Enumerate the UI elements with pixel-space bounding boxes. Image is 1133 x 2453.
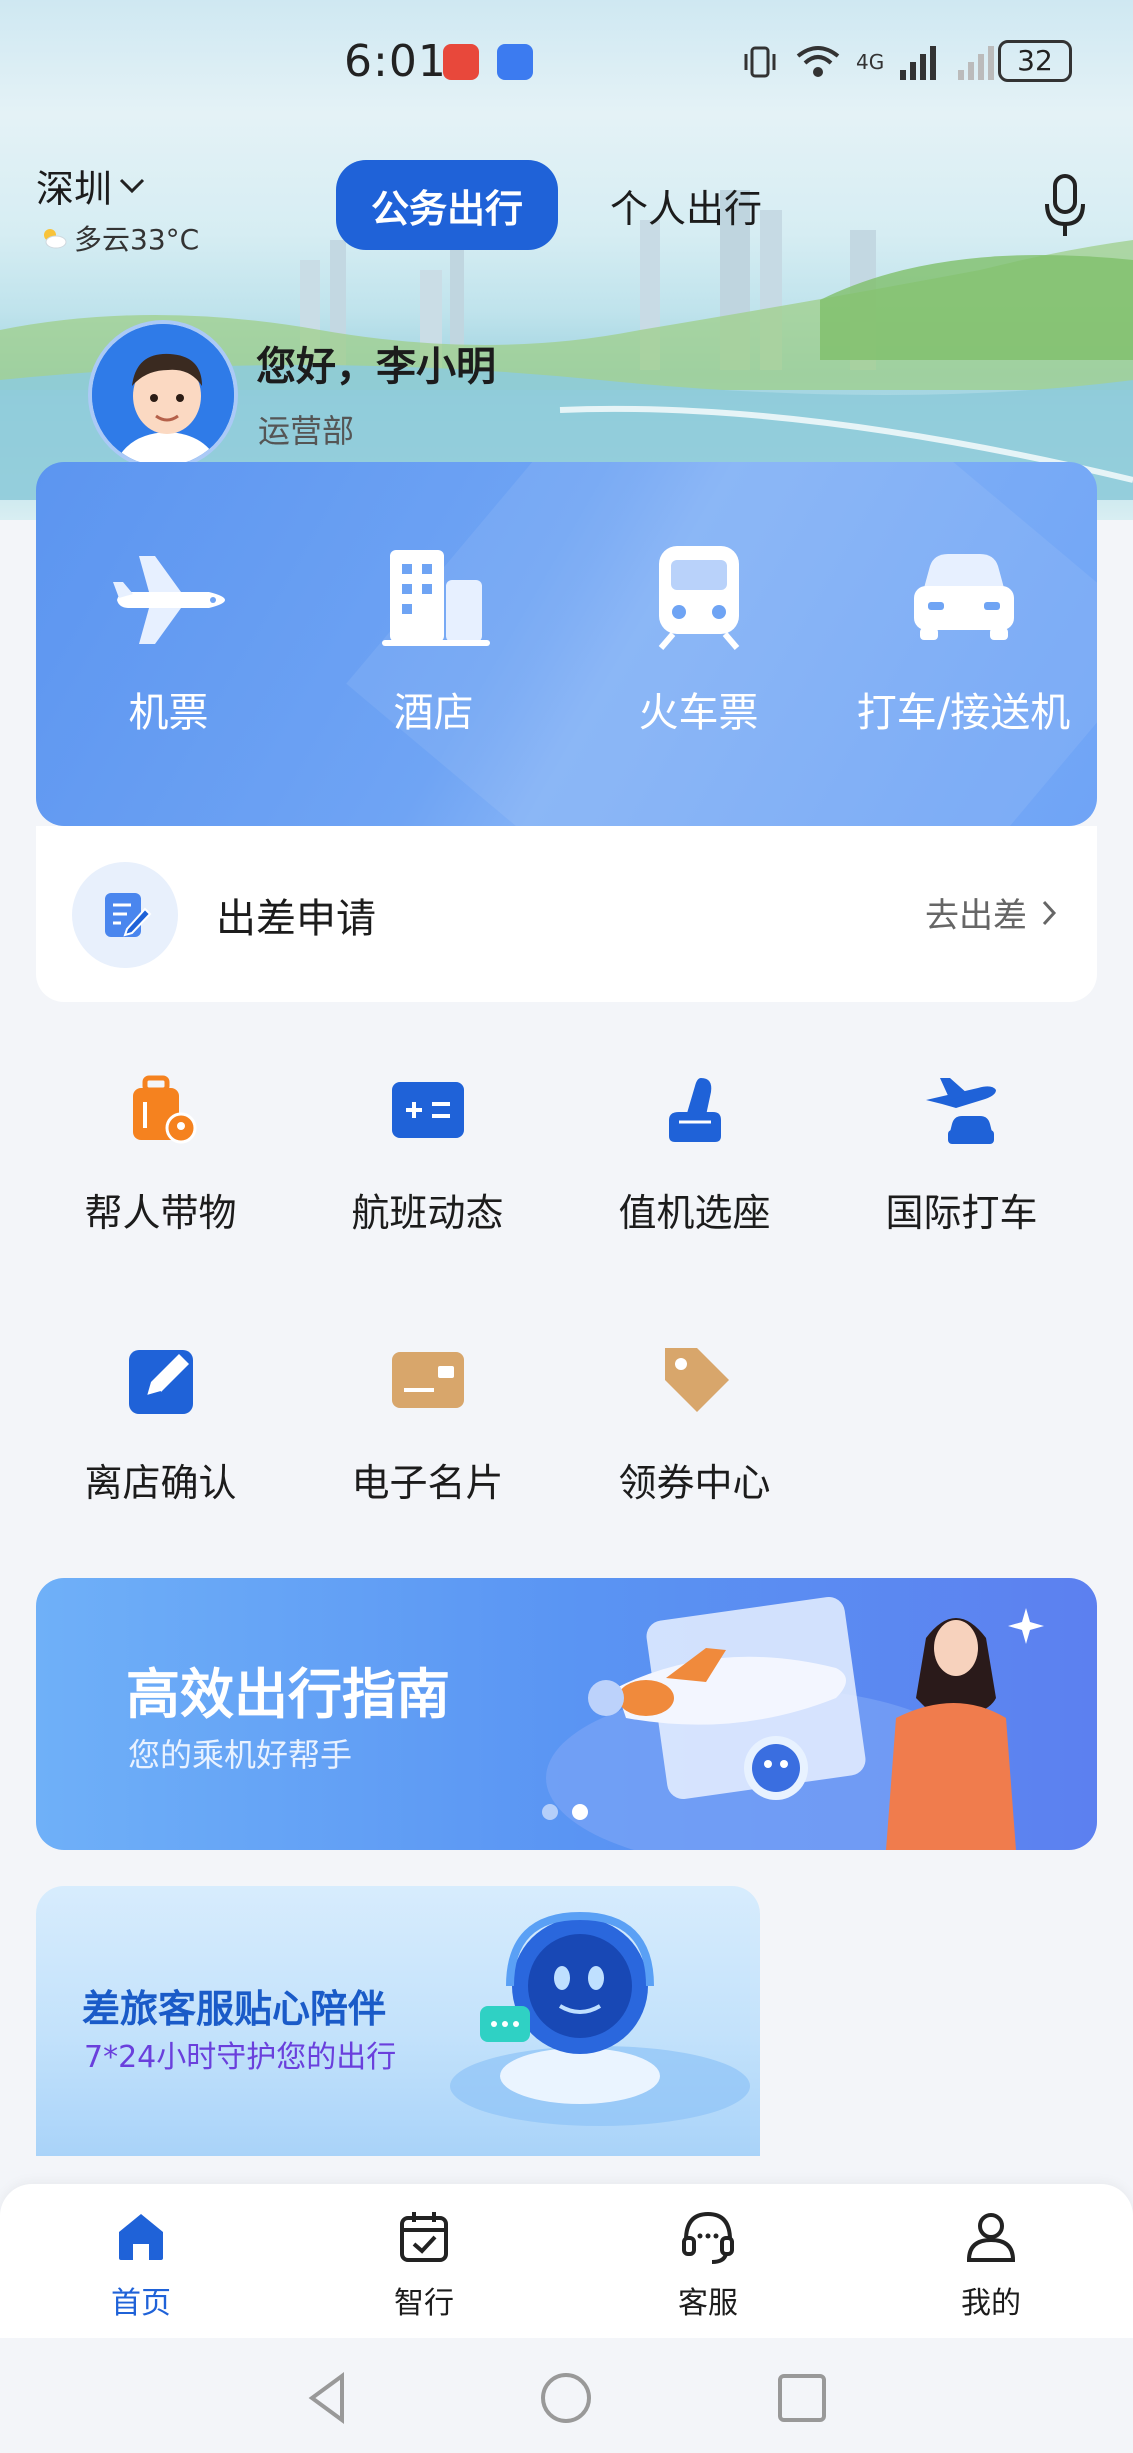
service-carry-item[interactable]: 帮人带物 <box>28 1070 293 1237</box>
battery-indicator: 32 <box>998 40 1072 82</box>
weather-text: 多云33°C <box>74 223 200 256</box>
vibrate-icon <box>744 46 776 78</box>
nav-home-label: 首页 <box>111 2286 171 2321</box>
home-circle-icon[interactable] <box>538 2370 594 2426</box>
carousel-dot-active[interactable] <box>572 1804 588 1820</box>
intl-taxi-icon <box>925 1078 996 1144</box>
service-intl-taxi[interactable]: 国际打车 <box>829 1070 1094 1237</box>
home-icon <box>119 2214 163 2260</box>
bottom-navigation: 首页 智行 客服 我的 <box>0 2184 1133 2338</box>
chevron-right-icon <box>1042 900 1057 925</box>
service-checkout-confirm[interactable]: 离店确认 <box>28 1340 293 1507</box>
service-coupon-center-label: 领券中心 <box>618 1461 771 1505</box>
signal-2-icon <box>958 46 995 80</box>
car-icon <box>913 554 1014 640</box>
trip-title: 出差申请 <box>216 896 376 942</box>
service-flight-status[interactable]: 航班动态 <box>295 1070 560 1237</box>
microphone-icon[interactable] <box>1040 172 1090 242</box>
tab-personal-travel[interactable]: 个人出行 <box>586 160 786 250</box>
seat-icon <box>668 1078 721 1142</box>
status-time: 6:01 <box>344 36 447 87</box>
banner1-title: 高效出行指南 <box>126 1663 450 1726</box>
nav-smart-travel[interactable]: 智行 <box>324 2206 524 2322</box>
service-car[interactable]: 打车/接送机 <box>831 542 1096 738</box>
nav-customer-service-label: 客服 <box>678 2286 738 2321</box>
weather-info: 多云33°C <box>40 218 199 258</box>
department-text: 运营部 <box>258 412 355 450</box>
service-flight-label: 机票 <box>128 690 209 736</box>
customer-service-banner[interactable]: 差旅客服贴心陪伴 7*24小时守护您的出行 <box>36 1886 760 2156</box>
carousel-dot[interactable] <box>542 1804 558 1820</box>
tab-business-travel[interactable]: 公务出行 <box>336 160 558 250</box>
trip-application-bar[interactable]: 出差申请 去出差 <box>36 826 1097 1002</box>
plane-icon <box>112 556 225 644</box>
service-e-card-label: 电子名片 <box>351 1461 504 1505</box>
banner2-subtitle: 7*24小时守护您的出行 <box>84 2040 397 2075</box>
service-coupon-center[interactable]: 领券中心 <box>562 1340 827 1507</box>
network-type: 4G <box>856 50 885 74</box>
service-train[interactable]: 火车票 <box>566 542 831 738</box>
wifi-icon <box>796 46 840 77</box>
service-car-label: 打车/接送机 <box>856 690 1071 736</box>
coupon-icon <box>664 1348 729 1412</box>
card-icon <box>391 1352 464 1408</box>
service-checkout-confirm-label: 离店确认 <box>84 1461 237 1505</box>
chevron-down-icon <box>119 178 145 193</box>
go-travel-label: 去出差 <box>925 896 1027 936</box>
carousel-dots <box>542 1804 588 1820</box>
city-selector[interactable]: 深圳 <box>36 158 146 213</box>
main-services-card: 机票 酒店 火车票 打车/接送机 <box>36 462 1097 826</box>
hotel-icon <box>381 550 490 646</box>
travel-guide-illustration <box>546 1597 1044 1850</box>
application-form-icon <box>105 893 152 937</box>
nav-profile-label: 我的 <box>961 2286 1021 2321</box>
signal-icon <box>900 46 937 80</box>
city-name: 深圳 <box>36 167 113 211</box>
banner1-subtitle: 您的乘机好帮手 <box>128 1736 353 1774</box>
cloudy-weather-icon <box>44 229 67 249</box>
service-carry-item-label: 帮人带物 <box>84 1191 237 1235</box>
service-train-label: 火车票 <box>638 690 759 736</box>
user-avatar[interactable] <box>88 320 238 470</box>
service-flight[interactable]: 机票 <box>36 542 301 738</box>
service-seat-selection-label: 值机选座 <box>618 1191 771 1235</box>
system-navigation-bar <box>0 2338 1133 2453</box>
status-indicators: 4G <box>740 34 1000 90</box>
message-app-icon <box>497 44 533 80</box>
luggage-icon <box>132 1075 196 1144</box>
service-seat-selection[interactable]: 值机选座 <box>562 1070 827 1237</box>
user-icon <box>966 2213 1016 2262</box>
nav-profile[interactable]: 我的 <box>891 2206 1091 2322</box>
service-intl-taxi-label: 国际打车 <box>885 1191 1038 1235</box>
banner2-title: 差旅客服贴心陪伴 <box>82 1987 387 2031</box>
headset-icon <box>682 2211 734 2264</box>
notification-app-icon <box>443 44 479 80</box>
nav-smart-travel-label: 智行 <box>394 2286 454 2321</box>
trip-icon-wrapper <box>72 862 178 968</box>
travel-guide-banner[interactable]: 高效出行指南 您的乘机好帮手 <box>36 1578 1097 1850</box>
nav-customer-service[interactable]: 客服 <box>608 2206 808 2322</box>
checkout-icon <box>128 1350 193 1414</box>
train-icon <box>658 546 739 650</box>
go-travel-link[interactable]: 去出差 <box>925 888 1057 937</box>
greeting-text: 您好，李小明 <box>256 344 496 390</box>
calendar-check-icon <box>400 2212 448 2262</box>
flight-status-icon <box>391 1082 464 1138</box>
recents-icon[interactable] <box>774 2370 830 2426</box>
service-hotel[interactable]: 酒店 <box>301 542 566 738</box>
customer-service-robot-illustration <box>450 1911 750 2126</box>
service-flight-status-label: 航班动态 <box>351 1191 504 1235</box>
service-e-card[interactable]: 电子名片 <box>295 1340 560 1507</box>
back-icon[interactable] <box>302 2370 358 2426</box>
service-hotel-label: 酒店 <box>393 690 474 736</box>
nav-home[interactable]: 首页 <box>41 2206 241 2322</box>
